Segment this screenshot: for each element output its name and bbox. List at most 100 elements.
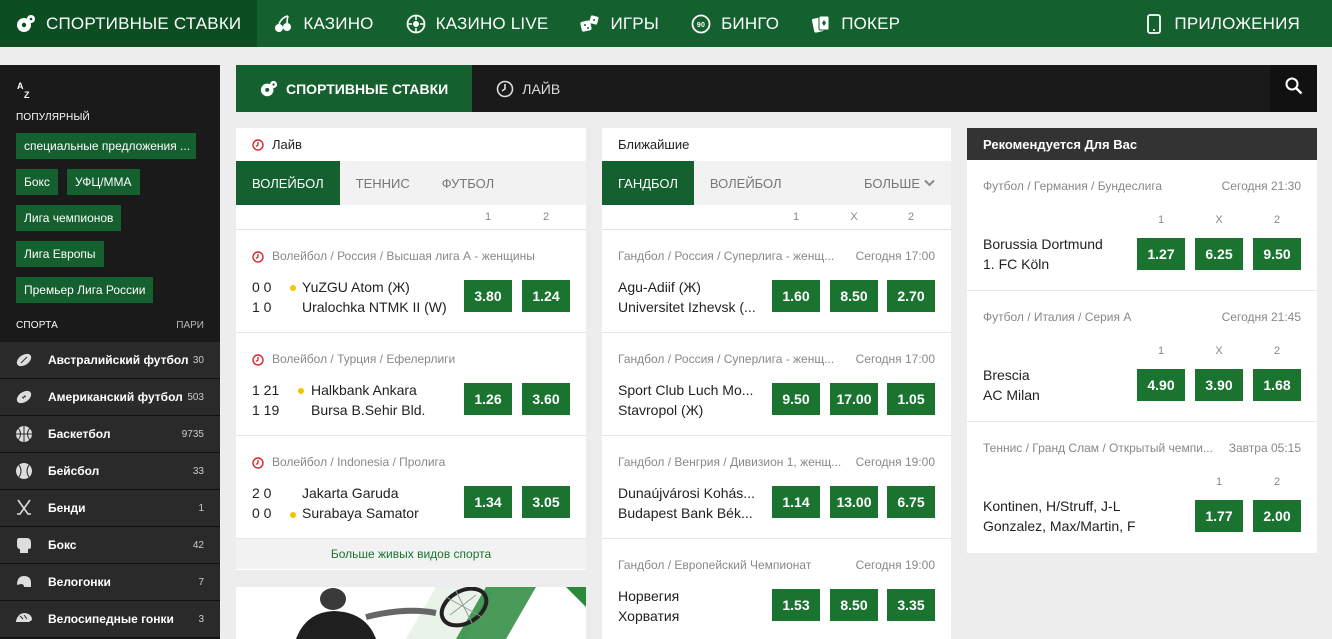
odd-button-1[interactable]: 1.53: [772, 589, 820, 621]
search-icon: [1285, 77, 1303, 100]
odd-button-1[interactable]: 1.60: [772, 280, 820, 312]
odd-button-1[interactable]: 3.80: [464, 280, 512, 312]
serve-indicator: [298, 388, 304, 394]
upcoming-card-title: Ближайшие: [618, 137, 690, 152]
clock-icon: [496, 80, 514, 98]
odd-button-x[interactable]: 8.50: [830, 280, 878, 312]
chip-ufc-mma[interactable]: УФЦ/ММА: [67, 169, 140, 195]
live-event: Волейбол / Турция / Ефелерлиги 1 21 1 19…: [236, 333, 586, 436]
tab-more[interactable]: БОЛЬШЕ: [864, 161, 935, 205]
main-tabs-bar: СПОРТИВНЫЕ СТАВКИ ЛАЙВ: [236, 65, 1317, 112]
odd-button-1[interactable]: 1.26: [464, 383, 512, 415]
score-team1: 2 0: [252, 485, 272, 501]
sport-item-boxing[interactable]: Бокс 42: [0, 527, 220, 564]
tennis-player-illustration: [236, 587, 586, 639]
odd-button-1[interactable]: 1.14: [772, 486, 820, 518]
basketball-icon: [14, 424, 34, 444]
nav-label: ПОКЕР: [841, 13, 901, 33]
tab-live[interactable]: ЛАЙВ: [472, 65, 584, 112]
event-time: Завтра 05:15: [1228, 441, 1301, 455]
chip-europa-league[interactable]: Лига Европы: [16, 241, 104, 267]
nav-casino[interactable]: КАЗИНО: [257, 0, 389, 47]
tab-handball[interactable]: ГАНДБОЛ: [602, 161, 694, 205]
tab-volleyball[interactable]: ВОЛЕЙБОЛ: [236, 161, 340, 205]
chip-champions-league[interactable]: Лига чемпионов: [16, 205, 122, 231]
odd-button-2[interactable]: 2.70: [887, 280, 935, 312]
sport-item-bicycle-racing[interactable]: Велосипедные гонки 3: [0, 601, 220, 638]
event-league: Гандбол / Венгрия / Дивизион 1, женщ...: [618, 455, 842, 469]
odd-button-x[interactable]: 17.00: [830, 383, 878, 415]
odd-button-x[interactable]: 6.25: [1195, 238, 1243, 270]
upcoming-event: Гандбол / Россия / Суперлига - женщ... С…: [602, 230, 951, 333]
bets-label: ПАРИ: [176, 320, 204, 331]
nav-poker[interactable]: ПОКЕР: [795, 0, 916, 47]
nav-sports-betting[interactable]: СПОРТИВНЫЕ СТАВКИ: [0, 0, 258, 47]
nav-label: КАЗИНО: [303, 13, 374, 33]
team1-name: Dunaújvárosi Kohás...: [618, 485, 755, 501]
cherries-icon: [273, 14, 293, 34]
odd-button-1[interactable]: 4.90: [1137, 369, 1185, 401]
search-button[interactable]: [1270, 65, 1317, 112]
nav-casino-live[interactable]: КАЗИНО LIVE: [390, 0, 565, 47]
event-time: Сегодня 17:00: [855, 352, 935, 366]
odd-button-1[interactable]: 1.27: [1137, 238, 1185, 270]
odd-button-2[interactable]: 3.05: [522, 486, 570, 518]
event-league: Волейбол / Турция / Ефелерлиги: [272, 352, 456, 366]
odd-button-1[interactable]: 1.77: [1195, 500, 1243, 532]
american-football-icon: [14, 387, 34, 407]
tab-volleyball[interactable]: ВОЛЕЙБОЛ: [694, 161, 798, 205]
odd-button-2[interactable]: 1.68: [1253, 369, 1301, 401]
bingo-ball-icon: 90: [691, 14, 711, 34]
chip-special-offers[interactable]: специальные предложения ...: [16, 133, 196, 159]
more-live-sports-link[interactable]: Больше живых видов спорта: [236, 539, 586, 569]
promo-banner[interactable]: [236, 587, 586, 639]
odd-button-2[interactable]: 2.00: [1253, 500, 1301, 532]
upcoming-event: Гандбол / Европейский Чемпионат Сегодня …: [602, 539, 951, 639]
sports-label: СПОРТА: [16, 320, 59, 331]
upcoming-event: Гандбол / Венгрия / Дивизион 1, женщ... …: [602, 436, 951, 539]
nav-games[interactable]: ИГРЫ: [564, 0, 675, 47]
sort-az-icon[interactable]: A Z: [16, 81, 36, 103]
score-team2: 1 19: [252, 402, 280, 418]
event-time: Сегодня 21:30: [1221, 179, 1301, 193]
odd-button-1[interactable]: 1.34: [464, 486, 512, 518]
sport-item-australian-football[interactable]: Австралийский футбол 30: [0, 342, 220, 379]
live-card-header: Лайв: [236, 128, 586, 161]
odd-button-1[interactable]: 9.50: [772, 383, 820, 415]
team1-name: Brescia: [983, 367, 1030, 383]
odd-button-2[interactable]: 1.05: [887, 383, 935, 415]
odd-button-2[interactable]: 3.60: [522, 383, 570, 415]
upcoming-card-header: Ближайшие: [602, 128, 951, 161]
svg-text:90: 90: [697, 22, 705, 29]
recommended-event: Футбол / Италия / Серия А Сегодня 21:45 …: [967, 291, 1317, 422]
tab-sports-betting[interactable]: СПОРТИВНЫЕ СТАВКИ: [236, 65, 473, 112]
odd-button-x[interactable]: 13.00: [830, 486, 878, 518]
odd-button-2[interactable]: 9.50: [1253, 238, 1301, 270]
upcoming-event: Гандбол / Россия / Суперлига - женщ... С…: [602, 333, 951, 436]
odd-button-2[interactable]: 3.35: [887, 589, 935, 621]
sport-item-cycling[interactable]: Велогонки 7: [0, 564, 220, 601]
bike-helmet-icon: [14, 609, 34, 629]
odd-button-x[interactable]: 3.90: [1195, 369, 1243, 401]
serve-indicator: [290, 285, 296, 291]
serve-indicator: [290, 512, 296, 518]
sport-item-bandy[interactable]: Бенди 1: [0, 490, 220, 527]
odd-button-x[interactable]: 8.50: [830, 589, 878, 621]
chip-russian-premier-league[interactable]: Премьер Лига России: [16, 277, 154, 303]
tab-football[interactable]: ФУТБОЛ: [426, 161, 510, 205]
sport-item-basketball[interactable]: Баскетбол 9735: [0, 416, 220, 453]
tab-tennis[interactable]: ТЕННИС: [340, 161, 426, 205]
odd-button-2[interactable]: 1.24: [522, 280, 570, 312]
chip-boxing[interactable]: Бокс: [16, 169, 58, 195]
live-clock-icon: [252, 250, 264, 268]
chevron-down-icon: [924, 179, 935, 187]
sport-item-baseball[interactable]: Бейсбол 33: [0, 453, 220, 490]
sport-item-american-football[interactable]: Американский футбол 503: [0, 379, 220, 416]
team2-name: AC Milan: [983, 387, 1040, 403]
nav-apps[interactable]: ПРИЛОЖЕНИЯ: [1128, 0, 1332, 47]
smartphone-icon: [1144, 13, 1164, 34]
team1-name: Норвегия: [618, 588, 680, 604]
sports-list: Австралийский футбол 30 Американский фут…: [0, 342, 220, 638]
nav-bingo[interactable]: 90 БИНГО: [675, 0, 795, 47]
odd-button-2[interactable]: 6.75: [887, 486, 935, 518]
